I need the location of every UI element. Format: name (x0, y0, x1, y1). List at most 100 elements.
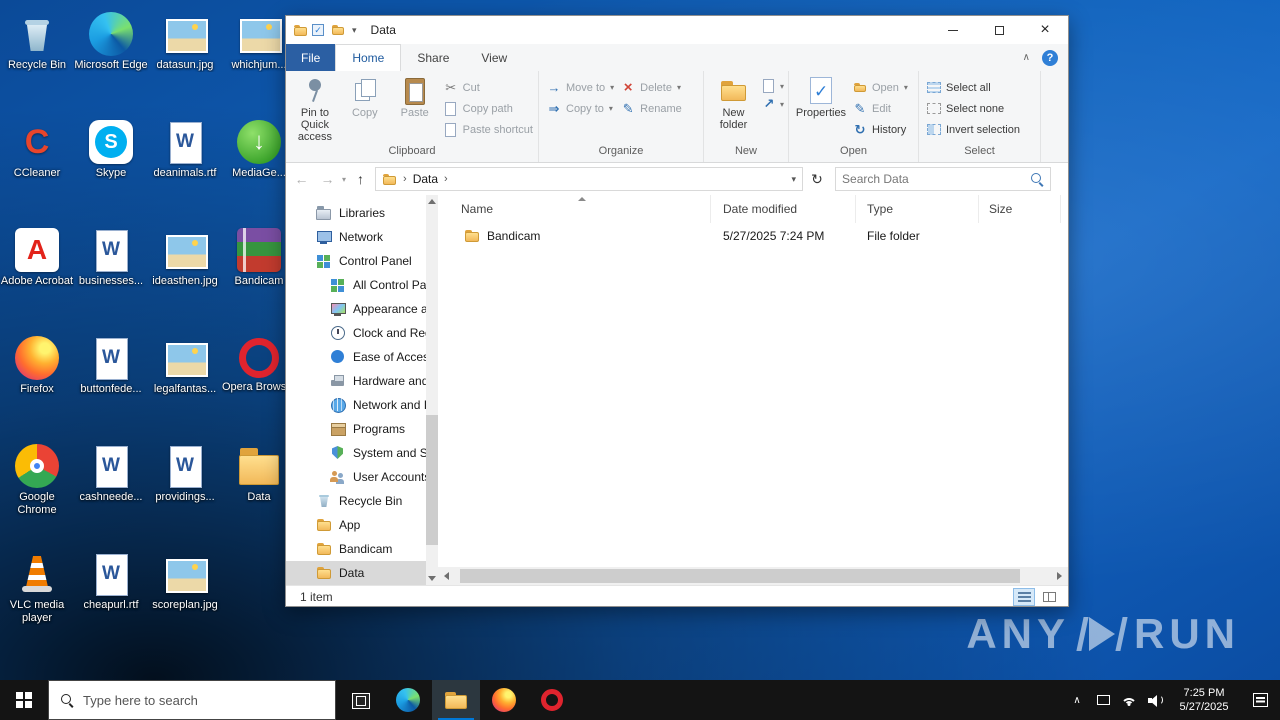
copy-to-button[interactable]: ⇒ Copy to ▾ (543, 98, 617, 119)
volume-button[interactable] (1142, 680, 1168, 720)
nav-item-clock-and-region[interactable]: Clock and Region (286, 321, 426, 345)
cut-button[interactable]: ✂ Cut (440, 77, 536, 98)
nav-item-bandicam[interactable]: Bandicam (286, 537, 426, 561)
history-button[interactable]: ↻ History (849, 119, 911, 140)
taskbar-clock[interactable]: 7:25 PM 5/27/2025 (1168, 686, 1240, 714)
file-row-bandicam[interactable]: Bandicam 5/27/2025 7:24 PM File folder (438, 223, 1068, 249)
close-button[interactable]: × (1022, 16, 1068, 44)
scroll-right-icon[interactable] (1057, 572, 1062, 580)
easy-access-button[interactable]: ↗ ▾ (759, 95, 786, 113)
desktop-icon-firefox[interactable]: Firefox (0, 336, 74, 396)
maximize-button[interactable] (976, 16, 1022, 44)
select-all-button[interactable]: Select all (923, 77, 1023, 98)
search-icon[interactable] (1030, 172, 1044, 186)
scroll-down-icon[interactable] (428, 576, 436, 581)
tab-home[interactable]: Home (335, 44, 402, 71)
nav-item-data[interactable]: Data (286, 561, 426, 585)
forward-button[interactable]: → (316, 171, 339, 187)
desktop-icon-cashneede[interactable]: cashneede... (74, 444, 148, 504)
copy-path-button[interactable]: Copy path (440, 98, 536, 119)
desktop-icon-microsoft-edge[interactable]: Microsoft Edge (74, 12, 148, 72)
ribbon-collapse-button[interactable]: ∧ (1023, 52, 1030, 63)
desktop-icon-cheapurl-rtf[interactable]: cheapurl.rtf (74, 552, 148, 612)
desktop-icon-google-chrome[interactable]: Google Chrome (0, 444, 74, 517)
tab-file[interactable]: File (286, 44, 336, 71)
nav-item-user-accounts[interactable]: User Accounts (286, 465, 426, 489)
nav-item-app[interactable]: App (286, 513, 426, 537)
qat-new-folder-button[interactable] (328, 20, 348, 40)
desktop-icon-legalfantas[interactable]: legalfantas... (148, 336, 222, 396)
column-header-type[interactable]: Type (856, 195, 979, 223)
copy-button[interactable]: Copy (340, 74, 390, 145)
tab-share[interactable]: Share (401, 44, 465, 71)
move-to-button[interactable]: → Move to ▾ (543, 77, 617, 98)
thumbnails-view-button[interactable] (1038, 588, 1060, 606)
paste-button[interactable]: Paste (390, 74, 440, 145)
rename-button[interactable]: ✎ Rename (617, 98, 685, 119)
nav-item-libraries[interactable]: Libraries (286, 201, 426, 225)
nav-item-programs[interactable]: Programs (286, 417, 426, 441)
scroll-left-icon[interactable] (444, 572, 449, 580)
qat-customize-dropdown[interactable]: ▾ (352, 25, 357, 36)
scroll-up-icon[interactable] (428, 199, 436, 204)
task-view-button[interactable] (336, 680, 384, 720)
taskbar-edge-button[interactable] (384, 680, 432, 720)
desktop-icon-adobe-acrobat[interactable]: Adobe Acrobat (0, 228, 74, 288)
nav-item-appearance-and-personalization[interactable]: Appearance and Personalization (286, 297, 426, 321)
start-button[interactable] (0, 680, 48, 720)
nav-item-control-panel[interactable]: Control Panel (286, 249, 426, 273)
edit-button[interactable]: ✎ Edit (849, 98, 911, 119)
tray-monitor-button[interactable] (1090, 680, 1116, 720)
desktop-icon-providings[interactable]: providings... (148, 444, 222, 504)
new-folder-button[interactable]: New folder (708, 74, 759, 145)
qat-properties-button[interactable] (308, 20, 328, 40)
desktop-icon-scoreplan-jpg[interactable]: scoreplan.jpg (148, 552, 222, 612)
desktop-icon-ideasthen-jpg[interactable]: ideasthen.jpg (148, 228, 222, 288)
up-button[interactable]: ↑ (349, 171, 372, 187)
horizontal-scrollbar[interactable] (438, 567, 1068, 585)
recent-locations-dropdown[interactable]: ▾ (342, 175, 346, 184)
nav-scrollbar[interactable] (426, 195, 438, 585)
hidden-icons-button[interactable]: ∧ (1064, 680, 1090, 720)
desktop-icon-skype[interactable]: Skype (74, 120, 148, 180)
nav-item-network[interactable]: Network (286, 225, 426, 249)
nav-item-network-and-internet[interactable]: Network and Internet (286, 393, 426, 417)
desktop-icon-businesses[interactable]: businesses... (74, 228, 148, 288)
desktop-icon-vlc-media-player[interactable]: VLC media player (0, 552, 74, 625)
horizontal-scrollbar-thumb[interactable] (460, 569, 1020, 583)
back-button[interactable]: ← (290, 171, 313, 187)
column-header-date-modified[interactable]: Date modified (711, 195, 856, 223)
breadcrumb-segment[interactable]: Data (413, 172, 438, 186)
invert-selection-button[interactable]: Invert selection (923, 119, 1023, 140)
column-header-name[interactable]: Name (438, 195, 711, 223)
select-none-button[interactable]: Select none (923, 98, 1023, 119)
explorer-search[interactable] (835, 167, 1052, 191)
action-center-button[interactable] (1240, 680, 1280, 720)
nav-item-recycle-bin[interactable]: Recycle Bin (286, 489, 426, 513)
desktop-icon-datasun-jpg[interactable]: datasun.jpg (148, 12, 222, 72)
taskbar-search[interactable] (48, 680, 336, 720)
taskbar-explorer-button[interactable] (432, 680, 480, 720)
details-view-button[interactable] (1013, 588, 1035, 606)
desktop-icon-recycle-bin[interactable]: Recycle Bin (0, 12, 74, 72)
new-item-button[interactable]: ▾ (759, 77, 786, 95)
properties-button[interactable]: ✓ Properties (793, 74, 849, 145)
desktop-icon-buttonfede[interactable]: buttonfede... (74, 336, 148, 396)
refresh-button[interactable]: ↻ (806, 171, 828, 188)
titlebar[interactable]: ▾ Data × (286, 16, 1068, 44)
paste-shortcut-button[interactable]: Paste shortcut (440, 119, 536, 140)
desktop-icon-deanimals-rtf[interactable]: deanimals.rtf (148, 120, 222, 180)
nav-item-all-control-panel-items[interactable]: All Control Panel Items (286, 273, 426, 297)
nav-item-hardware-and-sound[interactable]: Hardware and Sound (286, 369, 426, 393)
explorer-search-input[interactable] (842, 172, 1031, 186)
nav-scrollbar-thumb[interactable] (426, 415, 438, 545)
network-button[interactable] (1116, 680, 1142, 720)
delete-button[interactable]: × Delete ▾ (617, 77, 685, 98)
address-dropdown-icon[interactable]: ▾ (791, 174, 796, 185)
help-button[interactable]: ? (1042, 49, 1058, 66)
taskbar-opera-button[interactable] (528, 680, 576, 720)
breadcrumb-chevron-icon[interactable]: › (444, 173, 448, 185)
tab-view[interactable]: View (465, 44, 523, 71)
taskbar-search-input[interactable] (83, 692, 324, 708)
nav-item-ease-of-access[interactable]: Ease of Access (286, 345, 426, 369)
